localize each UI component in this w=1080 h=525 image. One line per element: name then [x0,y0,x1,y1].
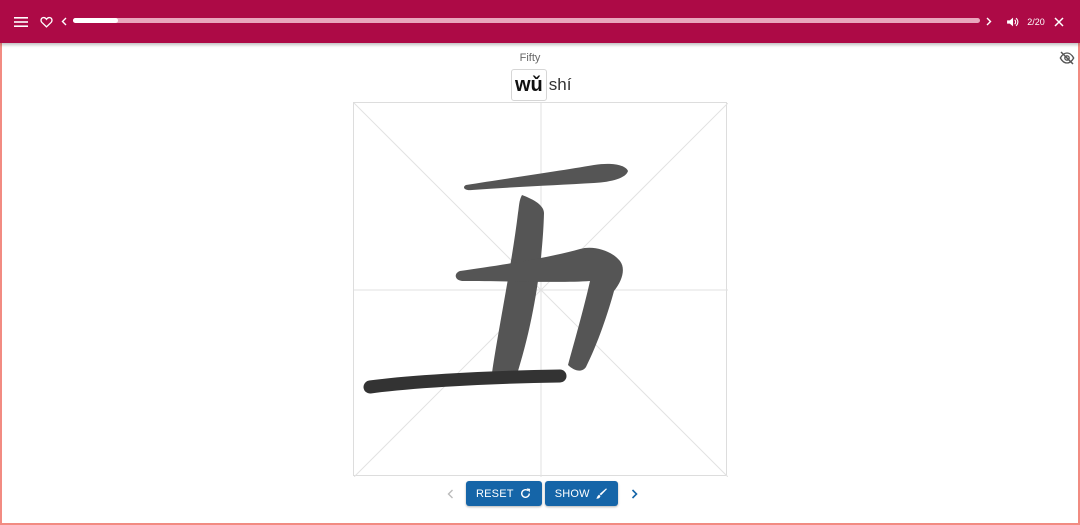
chevron-right-icon[interactable] [625,481,645,506]
translation-text: Fifty [519,52,541,64]
pinyin-syllable[interactable]: shí [549,75,572,95]
volume-icon[interactable] [1003,0,1021,43]
menu-icon[interactable] [10,0,32,43]
reset-button[interactable]: RESET [466,481,542,506]
show-button-label: SHOW [554,487,590,500]
pinyin-row: wǔ shí [511,69,571,101]
progress-fill [73,18,119,23]
stroke-horizontal-top [464,163,628,191]
chevron-left-icon[interactable] [440,481,460,506]
close-icon[interactable] [1051,0,1067,43]
brush-icon [595,488,607,499]
heart-icon[interactable] [37,0,55,43]
refresh-icon [520,488,530,498]
writing-board[interactable] [353,102,728,477]
practice-grid [354,103,728,477]
progress-bar [73,18,980,23]
stroke-horizontal-turn [455,247,623,371]
chevron-left-icon[interactable] [58,0,70,43]
stroke-vertical [492,195,544,377]
stroke-horizontal-bottom [363,369,567,394]
top-bar: 2/20 [0,0,1080,43]
pinyin-active-syllable[interactable]: wǔ [511,69,547,101]
show-button[interactable]: SHOW [544,481,618,506]
progress-counter: 2/20 [1027,16,1045,27]
reset-button-label: RESET [476,487,514,500]
chevron-right-icon[interactable] [983,0,995,43]
writing-controls: RESET SHOW [440,481,645,506]
eye-off-icon[interactable] [1059,50,1075,66]
character-strokes [363,163,628,394]
